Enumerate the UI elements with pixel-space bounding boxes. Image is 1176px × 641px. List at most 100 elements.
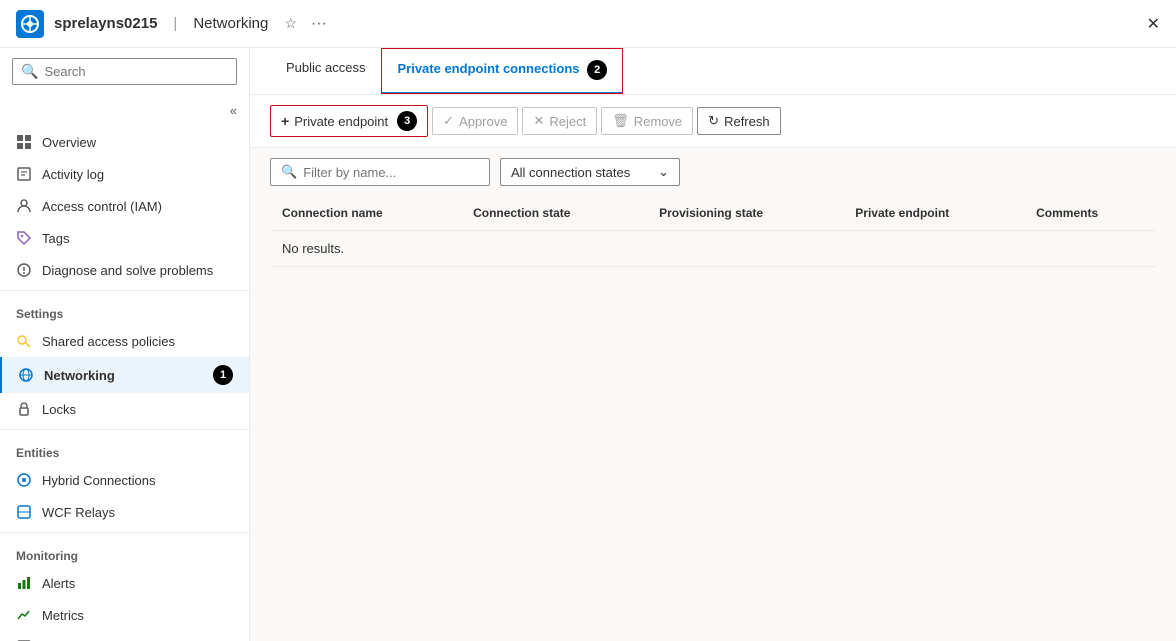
title-bar: sprelayns0215 | Networking ☆ ··· ✕ [0,0,1176,48]
filter-by-name-input[interactable] [303,165,473,180]
reject-icon: ✕ [533,113,544,129]
filter-search-icon: 🔍 [281,164,297,180]
sidebar-item-alerts[interactable]: Alerts [0,567,249,599]
plus-icon: + [281,113,289,129]
no-results-text: No results. [270,231,1156,267]
lock-icon [16,401,32,417]
content-area: Public access Private endpoint connectio… [250,48,1176,641]
sidebar-item-metrics[interactable]: Metrics [0,599,249,631]
tabs-bar: Public access Private endpoint connectio… [250,48,1176,95]
table-container: Connection name Connection state Provisi… [250,196,1176,641]
sidebar-label-metrics: Metrics [42,608,84,623]
hybrid-icon [16,472,32,488]
title-separator: | [173,15,177,32]
sidebar-label-wcf: WCF Relays [42,505,115,520]
sidebar-item-overview[interactable]: Overview [0,126,249,158]
settings-section-label: Settings [0,295,249,325]
approve-label: Approve [459,114,507,129]
connection-state-dropdown[interactable]: All connection states ⌄ [500,158,680,186]
title-actions: ✕ [1147,14,1160,34]
page-title: Networking [193,15,268,32]
table-header-row: Connection name Connection state Provisi… [270,196,1156,231]
metrics-icon [16,607,32,623]
private-endpoint-button[interactable]: + Private endpoint 3 [270,105,428,137]
private-endpoint-badge: 3 [397,111,417,131]
key-icon [16,333,32,349]
close-button[interactable]: ✕ [1147,14,1160,34]
chevron-down-icon: ⌄ [658,164,669,180]
monitoring-section-label: Monitoring [0,537,249,567]
resource-name: sprelayns0215 [54,15,157,32]
col-connection-state: Connection state [461,196,647,231]
settings-divider [0,290,249,291]
sidebar-label-hybrid: Hybrid Connections [42,473,155,488]
alerts-icon [16,575,32,591]
sidebar-label-overview: Overview [42,135,96,150]
search-input[interactable] [44,64,228,79]
sidebar-label-access-control: Access control (IAM) [42,199,162,214]
reject-button[interactable]: ✕ Reject [522,107,597,135]
monitoring-divider [0,532,249,533]
sidebar-item-wcf-relays[interactable]: WCF Relays [0,496,249,528]
col-comments: Comments [1024,196,1156,231]
col-private-endpoint: Private endpoint [843,196,1024,231]
col-connection-name: Connection name [270,196,461,231]
filter-row: 🔍 All connection states ⌄ [250,148,1176,196]
overview-icon [16,134,32,150]
diagnose-icon [16,262,32,278]
entities-divider [0,429,249,430]
private-endpoint-label: Private endpoint [294,114,388,129]
tab-private-label: Private endpoint connections [397,61,579,76]
sidebar-item-diagnose[interactable]: Diagnose and solve problems [0,254,249,286]
sidebar-item-diagnostic[interactable]: Diagnostic settings [0,631,249,641]
col-provisioning-state: Provisioning state [647,196,843,231]
wcf-icon [16,504,32,520]
sidebar-item-locks[interactable]: Locks [0,393,249,425]
access-icon [16,198,32,214]
entities-section-label: Entities [0,434,249,464]
tab-public-access[interactable]: Public access [270,48,381,94]
refresh-button[interactable]: ↻ Refresh [697,107,780,135]
sidebar-label-alerts: Alerts [42,576,75,591]
sidebar-item-hybrid-connections[interactable]: Hybrid Connections [0,464,249,496]
sidebar-label-diagnose: Diagnose and solve problems [42,263,213,278]
more-options-icon[interactable]: ··· [311,15,327,33]
collapse-button[interactable]: « [0,95,249,126]
tab-private-endpoint[interactable]: Private endpoint connections 2 [381,48,623,94]
trash-icon: 🗑 [612,113,629,129]
sidebar-item-shared-access[interactable]: Shared access policies [0,325,249,357]
chevron-left-icon: « [230,103,237,118]
sidebar: 🔍 « Overview Activity log [0,48,250,641]
remove-button[interactable]: 🗑 Remove [601,107,693,135]
approve-button[interactable]: ✓ Approve [432,107,518,135]
sidebar-scroll: Overview Activity log Access control (IA… [0,126,249,641]
main-layout: 🔍 « Overview Activity log [0,48,1176,641]
filter-input-wrapper[interactable]: 🔍 [270,158,490,186]
sidebar-item-activity-log[interactable]: Activity log [0,158,249,190]
sidebar-label-locks: Locks [42,402,76,417]
tags-icon [16,230,32,246]
activity-icon [16,166,32,182]
refresh-icon: ↻ [708,113,719,129]
connections-table: Connection name Connection state Provisi… [270,196,1156,267]
sidebar-label-activity-log: Activity log [42,167,104,182]
remove-label: Remove [634,114,682,129]
refresh-label: Refresh [724,114,770,129]
state-label: All connection states [511,165,630,180]
sidebar-item-networking[interactable]: Networking 1 [0,357,249,393]
sidebar-label-shared-access: Shared access policies [42,334,175,349]
toolbar: + Private endpoint 3 ✓ Approve ✕ Reject … [250,95,1176,148]
app-icon [16,10,44,38]
reject-label: Reject [549,114,586,129]
networking-icon [18,367,34,383]
search-box[interactable]: 🔍 [12,58,237,85]
title-left: sprelayns0215 | Networking ☆ ··· [16,10,327,38]
tab-badge: 2 [587,60,607,80]
approve-icon: ✓ [443,113,454,129]
networking-step-badge: 1 [213,365,233,385]
favorite-icon[interactable]: ☆ [284,15,297,32]
sidebar-item-tags[interactable]: Tags [0,222,249,254]
search-icon: 🔍 [21,63,38,80]
sidebar-item-access-control[interactable]: Access control (IAM) [0,190,249,222]
sidebar-label-tags: Tags [42,231,69,246]
